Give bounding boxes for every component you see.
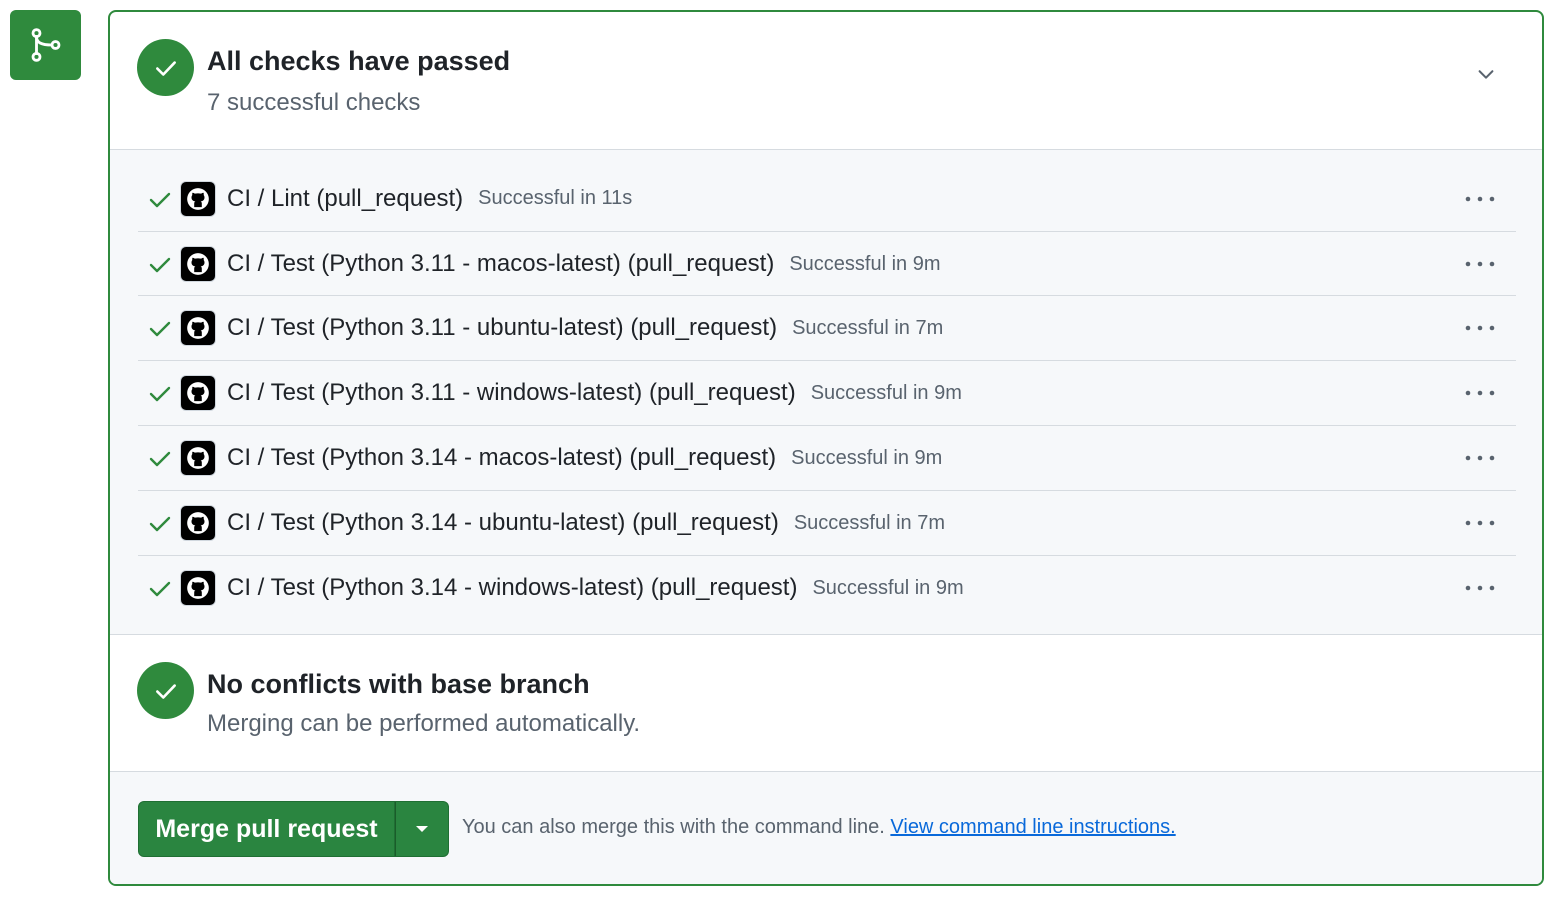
triangle-down-icon (416, 826, 428, 832)
check-icon (138, 446, 180, 470)
check-status: Successful in 9m (810, 381, 962, 404)
check-row[interactable]: CI / Test (Python 3.11 - ubuntu-latest) … (138, 295, 1516, 360)
check-name[interactable]: CI / Test (Python 3.14 - ubuntu-latest) … (227, 509, 779, 537)
merge-button-group: Merge pull request (138, 801, 449, 857)
check-name[interactable]: CI / Lint (pull_request) (227, 185, 463, 213)
merge-note-text: You can also merge this with the command… (462, 816, 885, 838)
check-row[interactable]: CI / Test (Python 3.11 - macos-latest) (… (138, 231, 1516, 296)
kebab-horizontal-icon[interactable] (1462, 446, 1498, 470)
merge-status-panel: All checks have passed 7 successful chec… (108, 10, 1544, 886)
check-status: Successful in 11s (478, 187, 633, 209)
check-icon (138, 511, 180, 535)
check-circle-icon (137, 39, 194, 96)
check-row[interactable]: CI / Lint (pull_request) Successful in 1… (138, 166, 1516, 231)
command-line-instructions-link[interactable]: View command line instructions. (890, 816, 1175, 838)
check-status: Successful in 9m (812, 576, 964, 599)
github-actions-icon (180, 505, 216, 541)
check-name[interactable]: CI / Test (Python 3.14 - windows-latest)… (227, 574, 797, 602)
kebab-horizontal-icon[interactable] (1462, 381, 1498, 405)
github-actions-icon (180, 180, 216, 217)
github-actions-icon (180, 246, 216, 282)
check-circle-icon (137, 662, 194, 719)
check-row[interactable]: CI / Test (Python 3.14 - windows-latest)… (138, 555, 1516, 620)
kebab-horizontal-icon[interactable] (1462, 316, 1498, 340)
github-actions-icon (180, 570, 216, 606)
github-actions-icon (180, 375, 216, 411)
checks-summary-title: All checks have passed (207, 46, 511, 76)
merge-command-line-note: You can also merge this with the command… (462, 816, 1176, 839)
check-status: Successful in 7m (792, 316, 944, 339)
check-icon (138, 381, 180, 405)
conflicts-title: No conflicts with base branch (207, 669, 590, 699)
check-row[interactable]: CI / Test (Python 3.14 - macos-latest) (… (138, 425, 1516, 490)
kebab-horizontal-icon[interactable] (1462, 511, 1498, 535)
github-actions-icon (180, 440, 216, 476)
conflicts-subtitle: Merging can be performed automatically. (207, 710, 641, 737)
github-actions-icon (180, 310, 216, 346)
check-name[interactable]: CI / Test (Python 3.14 - macos-latest) (… (227, 444, 776, 472)
check-name[interactable]: CI / Test (Python 3.11 - windows-latest)… (227, 379, 796, 407)
kebab-horizontal-icon[interactable] (1462, 576, 1498, 600)
checks-list: CI / Lint (pull_request) Successful in 1… (110, 150, 1542, 635)
kebab-horizontal-icon[interactable] (1462, 252, 1498, 276)
check-status: Successful in 9m (791, 446, 943, 469)
checks-summary: All checks have passed 7 successful chec… (110, 12, 1542, 150)
check-row[interactable]: CI / Test (Python 3.11 - windows-latest)… (138, 360, 1516, 425)
checks-summary-subtitle: 7 successful checks (207, 89, 421, 116)
check-status: Successful in 9m (789, 252, 941, 275)
check-name[interactable]: CI / Test (Python 3.11 - macos-latest) (… (227, 250, 774, 278)
merge-pull-request-button[interactable]: Merge pull request (138, 801, 395, 857)
check-icon (138, 316, 180, 340)
check-icon (138, 187, 180, 211)
check-name[interactable]: CI / Test (Python 3.11 - ubuntu-latest) … (227, 314, 777, 342)
check-row[interactable]: CI / Test (Python 3.14 - ubuntu-latest) … (138, 490, 1516, 555)
check-status: Successful in 7m (793, 511, 946, 534)
check-icon (138, 576, 180, 600)
git-merge-icon (10, 10, 81, 80)
merge-actions: Merge pull request You can also merge th… (110, 772, 1542, 884)
check-icon (138, 252, 180, 276)
conflicts-status: No conflicts with base branch Merging ca… (110, 635, 1542, 772)
merge-method-dropdown[interactable] (395, 801, 449, 857)
chevron-down-icon[interactable] (1470, 58, 1502, 90)
kebab-horizontal-icon[interactable] (1462, 187, 1498, 211)
